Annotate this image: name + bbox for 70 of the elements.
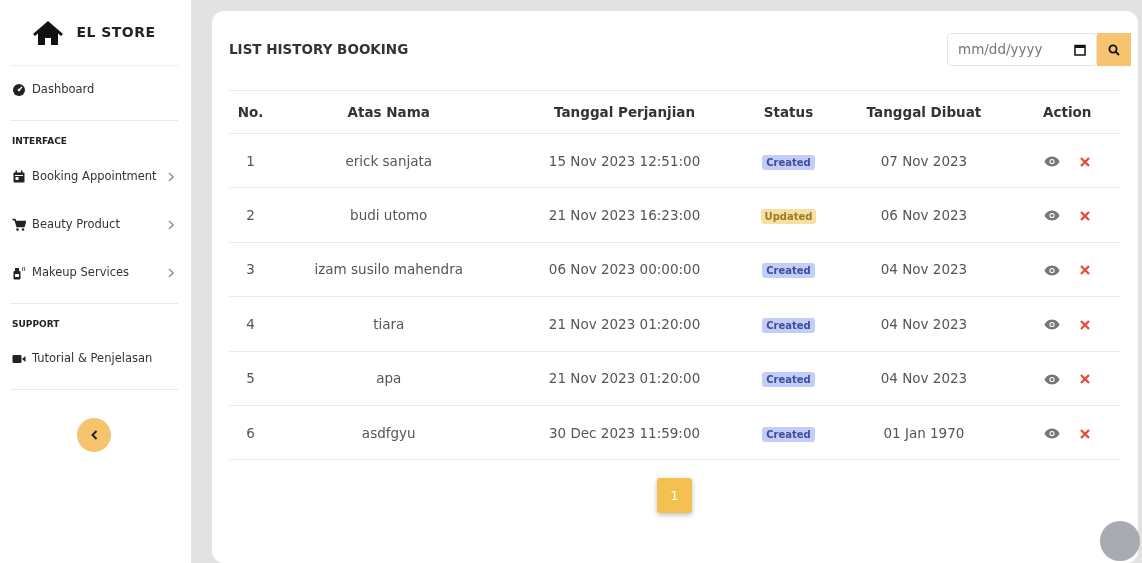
table-cell: 01 Jan 1970 xyxy=(833,405,1015,460)
date-field[interactable]: mm/dd/yyyy xyxy=(947,33,1097,66)
section-heading: INTERFACE xyxy=(11,135,68,148)
table-cell: 15 Nov 2023 12:51:00 xyxy=(505,133,744,188)
table-cell: tiara xyxy=(272,296,506,352)
column-header: Status xyxy=(743,90,834,134)
column-header: Action xyxy=(1014,90,1120,134)
table-cell: 30 Dec 2023 11:59:00 xyxy=(505,405,744,460)
table-cell: izam susilo mahendra xyxy=(272,242,506,297)
brand-title: EL STORE xyxy=(76,23,156,42)
sidebar-item[interactable]: Booking Appointment xyxy=(10,152,178,201)
table-cell: 06 Nov 2023 00:00:00 xyxy=(505,242,744,297)
sidebar-item[interactable]: Beauty Product xyxy=(10,200,178,249)
chevron-left-icon xyxy=(90,430,98,440)
table-cell: 06 Nov 2023 xyxy=(833,187,1015,243)
status-badge: Created xyxy=(762,154,815,170)
table-cell: 4 xyxy=(229,296,272,352)
sidebar-toggle-button[interactable] xyxy=(77,418,111,452)
close-icon xyxy=(1080,265,1091,276)
close-icon xyxy=(1080,374,1091,385)
table-cell: 21 Nov 2023 01:20:00 xyxy=(505,351,744,406)
status-badge: Created xyxy=(762,372,815,388)
table-cell: 07 Nov 2023 xyxy=(833,133,1015,188)
video-camera-icon xyxy=(12,352,26,366)
eye-icon xyxy=(1044,156,1061,168)
status-badge: Created xyxy=(762,263,815,279)
column-header: Tanggal Dibuat xyxy=(833,90,1015,134)
table-cell: 04 Nov 2023 xyxy=(833,296,1015,352)
sidebar-item[interactable]: Makeup Services xyxy=(10,248,178,297)
table-cell: 21 Nov 2023 16:23:00 xyxy=(505,187,744,243)
status-badge: Created xyxy=(762,317,815,333)
eye-icon xyxy=(1044,373,1061,385)
table-cell: 1 xyxy=(229,133,272,188)
sidebar-item[interactable]: Tutorial & Penjelasan xyxy=(10,335,178,383)
table-cell: 04 Nov 2023 xyxy=(833,242,1015,297)
status-badge: Created xyxy=(762,426,815,442)
gauge-icon xyxy=(12,83,26,97)
sidebar-item[interactable]: Dashboard xyxy=(10,66,178,114)
column-header: Tanggal Perjanjian xyxy=(505,90,744,134)
cart-icon xyxy=(12,217,26,232)
table-cell: 04 Nov 2023 xyxy=(833,351,1015,406)
bottle-icon xyxy=(12,265,26,280)
calendar-icon xyxy=(12,169,26,184)
search-icon xyxy=(1108,43,1120,56)
calendar-icon xyxy=(1074,43,1086,56)
table-cell: 6 xyxy=(229,405,272,460)
table-cell: apa xyxy=(272,351,506,406)
section-heading: SUPPORT xyxy=(11,317,61,331)
close-icon xyxy=(1080,319,1091,330)
search-button[interactable] xyxy=(1097,33,1131,66)
close-icon xyxy=(1080,210,1091,221)
eye-icon xyxy=(1044,428,1061,439)
page-title: LIST HISTORY BOOKING xyxy=(229,41,409,58)
table-cell: erick sanjata xyxy=(272,133,506,188)
scroll-top-button[interactable] xyxy=(1100,521,1140,561)
eye-icon xyxy=(1044,210,1061,222)
column-header: Atas Nama xyxy=(272,90,506,134)
close-icon xyxy=(1080,156,1091,167)
eye-icon xyxy=(1044,319,1061,331)
table-cell: 5 xyxy=(229,351,272,406)
table-cell: budi utomo xyxy=(272,187,506,243)
table-cell: asdfgyu xyxy=(272,405,506,460)
column-header: No. xyxy=(229,90,272,134)
table-cell: 2 xyxy=(229,187,272,243)
status-badge: Updated xyxy=(760,208,817,224)
table-cell: 3 xyxy=(229,242,272,297)
close-icon xyxy=(1080,428,1091,439)
table-cell: 21 Nov 2023 01:20:00 xyxy=(505,296,744,352)
house-icon xyxy=(32,19,65,46)
eye-icon xyxy=(1044,264,1061,276)
